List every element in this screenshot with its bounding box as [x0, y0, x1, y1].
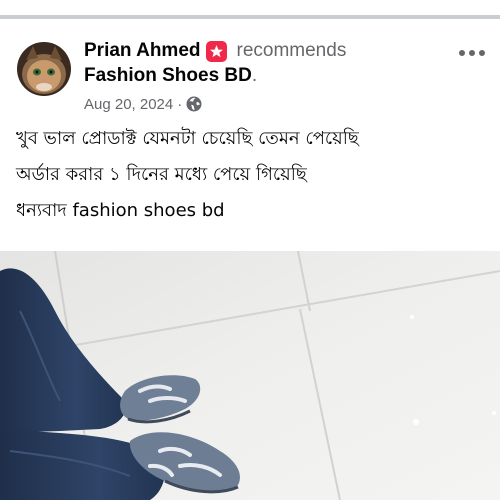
post-date[interactable]: Aug 20, 2024 [84, 96, 173, 113]
post-text-line: অর্ডার করার ১ দিনের মধ্যে পেয়ে গিয়েছি [16, 164, 307, 185]
page-name-link[interactable]: Fashion Shoes BD [84, 65, 252, 86]
avatar[interactable] [17, 42, 71, 96]
post-photo[interactable] [0, 251, 500, 500]
top-bar [0, 0, 500, 26]
meta-separator: · [177, 95, 183, 113]
author-name[interactable]: Prian Ahmed [84, 40, 201, 62]
more-options-icon [459, 50, 485, 56]
more-options-button[interactable] [456, 42, 488, 64]
page-suffix: . [251, 65, 258, 86]
post-text-line: খুব ভাল প্রোডাক্ট যেমনটা চেয়েছি তেমন পে… [16, 128, 359, 149]
recommends-label: recommends [236, 40, 347, 61]
post-text: খুব ভাল প্রোডাক্ট যেমনটা চেয়েছি তেমন পে… [16, 121, 486, 229]
recommend-badge-icon [205, 40, 227, 62]
globe-icon[interactable] [186, 96, 202, 112]
divider [0, 15, 500, 19]
post-header: Prian Ahmed recommends Fashion Shoes BD.… [0, 34, 500, 114]
post-text-line: ধন্যবাদ fashion shoes bd [16, 200, 225, 221]
